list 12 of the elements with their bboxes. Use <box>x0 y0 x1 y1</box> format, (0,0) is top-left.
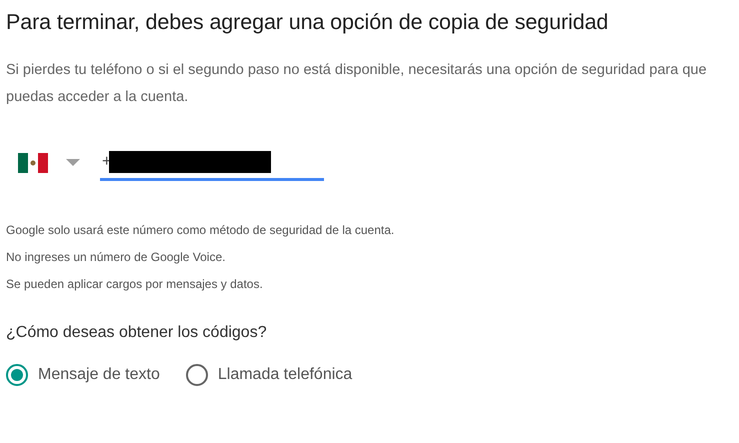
info-note: Se pueden aplicar cargos por mensajes y datos. <box>6 276 264 293</box>
intro-text: Si pierdes tu teléfono o si el segundo paso no está disponible, necesitarás una opción de seguridad para que puedas acceder a la cuenta. <box>6 61 708 107</box>
radio-option[interactable]: Llamada telefónica <box>186 364 352 386</box>
radio-button[interactable] <box>6 364 28 386</box>
question-text: ¿Cómo deseas obtener los códigos? <box>6 324 268 342</box>
info-note: Google solo usará este número como método de seguridad de la cuenta. <box>6 222 396 239</box>
radio-button[interactable] <box>186 364 208 386</box>
page-heading: Para terminar, debes agregar una opción de copia de seguridad <box>6 10 610 35</box>
flag-icon <box>18 153 48 173</box>
radio-option[interactable]: Mensaje de texto <box>6 364 160 386</box>
dropdown-caret-icon[interactable] <box>66 159 80 167</box>
info-note: No ingreses un número de Google Voice. <box>6 249 226 266</box>
